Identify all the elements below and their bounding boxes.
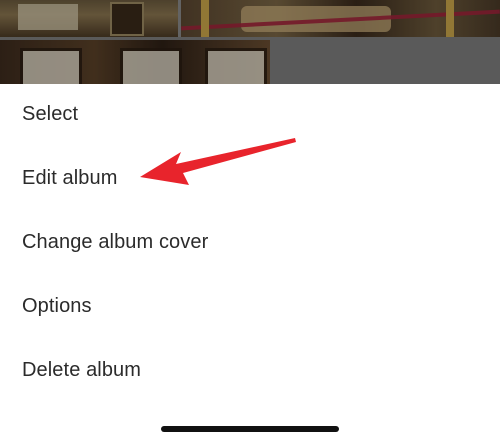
dim-overlay[interactable] <box>0 0 500 84</box>
menu-item-delete-album[interactable]: Delete album <box>22 359 141 382</box>
menu-item-select[interactable]: Select <box>22 103 78 126</box>
album-photo-grid <box>0 0 500 84</box>
menu-item-options[interactable]: Options <box>22 295 92 318</box>
album-action-sheet: Select Edit album Change album cover Opt… <box>0 84 500 444</box>
home-indicator[interactable] <box>161 426 339 432</box>
screen: Select Edit album Change album cover Opt… <box>0 0 500 444</box>
menu-item-change-album-cover[interactable]: Change album cover <box>22 231 208 254</box>
menu-item-edit-album[interactable]: Edit album <box>22 167 118 190</box>
